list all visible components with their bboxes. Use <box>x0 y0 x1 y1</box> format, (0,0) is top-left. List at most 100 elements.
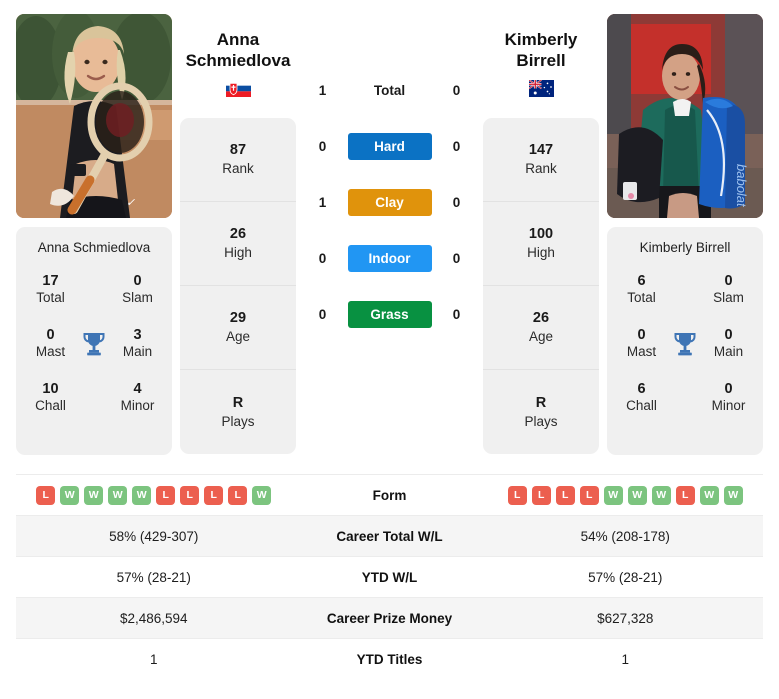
left-titles-total-value: 17 <box>42 273 59 289</box>
form-badge-w: W <box>651 485 671 505</box>
left-career-total-wl: 58% (429-307) <box>109 528 199 544</box>
left-stat-high: 26 High <box>180 202 296 286</box>
right-stat-age-label: Age <box>528 329 554 345</box>
h2h-indoor-left: 0 <box>318 250 327 266</box>
form-badge-w: W <box>132 485 152 505</box>
right-stat-plays-label: Plays <box>524 413 558 429</box>
right-player-identity: Kimberly Birrell <box>483 14 599 118</box>
right-titles-main: 0 Main <box>702 326 755 361</box>
h2h-row-grass: 0 Grass 0 <box>296 286 483 342</box>
surface-badge-indoor[interactable]: Indoor <box>347 244 432 272</box>
h2h-hard-badge-wrap: Hard <box>346 132 434 160</box>
h2h-hard-right: 0 <box>452 138 461 154</box>
h2h-total-right: 0 <box>452 82 461 98</box>
left-ytd-wl: 57% (28-21) <box>116 569 191 585</box>
right-titles-slam: 0 Slam <box>702 272 755 307</box>
h2h-row-clay: 1 Clay 0 <box>296 174 483 230</box>
left-titles-minor-value: 4 <box>133 381 142 397</box>
left-titles-mast-label: Mast <box>35 344 66 360</box>
left-player-titles-card: Anna Schmiedlova 17 Total 0 Slam 0 Mast <box>16 227 172 455</box>
left-ytd-titles: 1 <box>149 651 158 667</box>
left-player-photo-image: ✓ <box>16 14 172 218</box>
right-player-titles-card: Kimberly Birrell 6 Total 0 Slam 0 Mast 0… <box>607 227 763 455</box>
left-titles-slam: 0 Slam <box>111 272 164 307</box>
left-stat-age: 29 Age <box>180 286 296 370</box>
table-row-ytd-wl: 57% (28-21) YTD W/L 57% (28-21) <box>16 556 763 597</box>
right-player-titles-name: Kimberly Birrell <box>639 240 731 255</box>
form-badge-l: L <box>675 485 695 505</box>
left-titles-slam-label: Slam <box>122 290 153 306</box>
left-player-photo[interactable]: ✓ <box>16 14 172 218</box>
left-titles-mast-value: 0 <box>46 327 55 343</box>
row-label-ytd-wl: YTD W/L <box>361 569 418 585</box>
left-player-name: Anna Schmiedlova <box>186 30 291 71</box>
right-player-stat-stack: 147 Rank 100 High 26 Age R Plays <box>483 118 599 454</box>
form-badge-w: W <box>699 485 719 505</box>
trophy-icon-glyph <box>83 332 105 355</box>
right-player-name: Kimberly Birrell <box>505 30 578 71</box>
right-form-badges: LLLLWWWLWW <box>507 485 743 505</box>
left-stat-rank: 87 Rank <box>180 118 296 202</box>
right-stat-rank-value: 147 <box>528 142 554 159</box>
left-titles-minor-label: Minor <box>120 398 155 414</box>
right-stat-high-value: 100 <box>528 226 554 243</box>
h2h-grass-badge-wrap: Grass <box>346 300 434 328</box>
trophy-icon <box>668 331 702 357</box>
h2h-total-left: 1 <box>318 82 327 98</box>
right-stat-high: 100 High <box>483 202 599 286</box>
left-titles-chall: 10 Chall <box>24 380 77 415</box>
right-stat-plays: R Plays <box>483 370 599 454</box>
form-badge-l: L <box>579 485 599 505</box>
table-row-ytd-titles: 1 YTD Titles 1 <box>16 638 763 679</box>
h2h-clay-right: 0 <box>452 194 461 210</box>
right-titles-total-label: Total <box>627 290 656 306</box>
slovakia-flag-icon-glyph <box>225 80 251 98</box>
trophy-icon-glyph <box>674 332 696 355</box>
trophy-icon <box>77 331 111 357</box>
left-stat-plays: R Plays <box>180 370 296 454</box>
left-titles-chall-label: Chall <box>35 398 66 414</box>
h2h-clay-left: 1 <box>318 194 327 210</box>
row-label-form: Form <box>372 487 407 503</box>
right-stat-age: 26 Age <box>483 286 599 370</box>
form-badge-w: W <box>60 485 80 505</box>
left-titles-slam-value: 0 <box>133 273 142 289</box>
left-stat-high-label: High <box>224 245 252 261</box>
right-player-last-name: Birrell <box>516 50 566 70</box>
svg-text:babolat: babolat <box>734 164 749 208</box>
form-badge-l: L <box>36 485 56 505</box>
h2h-grass-right: 0 <box>452 306 461 322</box>
surface-badge-hard[interactable]: Hard <box>347 132 432 160</box>
australia-flag-icon-glyph <box>528 80 554 98</box>
right-player-photo[interactable]: babolat <box>607 14 763 218</box>
player-comparison-page: ✓ Anna Schmiedlova 17 Total 0 Slam 0 Mas… <box>0 0 779 699</box>
left-titles-main-value: 3 <box>133 327 142 343</box>
right-titles-chall-value: 6 <box>637 381 646 397</box>
right-titles-main-value: 0 <box>724 327 733 343</box>
left-career-prize-money: $2,486,594 <box>119 610 188 626</box>
form-badge-l: L <box>180 485 200 505</box>
right-stat-high-label: High <box>527 245 555 261</box>
surface-badge-clay[interactable]: Clay <box>347 188 432 216</box>
comparison-header: ✓ Anna Schmiedlova 17 Total 0 Slam 0 Mas… <box>0 0 779 474</box>
surface-badge-grass[interactable]: Grass <box>347 300 432 328</box>
left-player-first-name: Anna <box>216 30 260 49</box>
right-titles-slam-value: 0 <box>724 273 733 289</box>
right-titles-minor: 0 Minor <box>702 380 755 415</box>
left-player-identity: Anna Schmiedlova <box>180 14 296 118</box>
h2h-total-label: Total <box>373 82 406 98</box>
right-titles-chall-label: Chall <box>626 398 657 414</box>
right-player-photo-column: babolat Kimberly Birrell 6 Total 0 Slam … <box>607 14 763 455</box>
right-player-first-name: Kimberly <box>504 30 578 49</box>
right-career-total-wl: 54% (208-178) <box>580 528 670 544</box>
right-titles-main-label: Main <box>713 344 744 360</box>
h2h-row-total: 1 Total 0 <box>296 62 483 118</box>
table-row-career-total-wl: 58% (429-307) Career Total W/L 54% (208-… <box>16 515 763 556</box>
left-titles-mast: 0 Mast <box>24 326 77 361</box>
left-form-cell: LWWWWLLLLW <box>16 485 292 505</box>
right-ytd-wl: 57% (28-21) <box>588 569 663 585</box>
left-stat-age-label: Age <box>225 329 251 345</box>
right-titles-mast-value: 0 <box>637 327 646 343</box>
right-career-prize-money: $627,328 <box>597 610 654 626</box>
h2h-hard-left: 0 <box>318 138 327 154</box>
